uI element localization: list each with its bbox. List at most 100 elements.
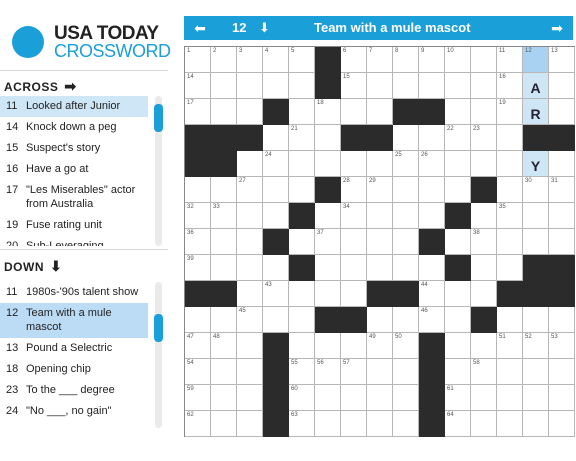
grid-cell[interactable]: 12 [523,47,549,73]
grid-cell[interactable] [211,411,237,437]
grid-cell[interactable] [471,385,497,411]
grid-cell[interactable]: 6 [341,47,367,73]
grid-cell[interactable] [367,99,393,125]
grid-cell[interactable] [367,385,393,411]
grid-cell[interactable]: 3 [237,47,263,73]
grid-cell[interactable] [367,255,393,281]
grid-cell[interactable]: 18 [315,99,341,125]
grid-cell[interactable] [419,203,445,229]
grid-cell[interactable]: 37 [315,229,341,255]
grid-cell[interactable] [393,411,419,437]
previous-clue-button[interactable]: ⬅ [188,16,212,40]
grid-cell[interactable]: 29 [367,177,393,203]
grid-cell[interactable] [289,229,315,255]
grid-cell[interactable] [393,229,419,255]
grid-cell[interactable] [471,73,497,99]
grid-cell[interactable] [471,203,497,229]
grid-cell[interactable] [237,359,263,385]
grid-cell[interactable] [211,255,237,281]
across-clue-list[interactable]: 11 Looked after Junior 14 Knock down a peg 1… [0,96,148,246]
grid-cell[interactable] [471,281,497,307]
grid-cell[interactable] [211,99,237,125]
grid-cell[interactable]: 56 [315,359,341,385]
grid-cell[interactable] [263,125,289,151]
down-clue-18[interactable]: 18 Opening chip [0,359,148,380]
across-clue-19[interactable]: 19 Fuse rating unit [0,215,148,236]
grid-cell[interactable] [263,203,289,229]
grid-cell[interactable] [523,385,549,411]
next-clue-button[interactable]: ➡ [545,16,569,40]
grid-cell[interactable] [289,281,315,307]
grid-cell[interactable] [471,333,497,359]
grid-cell[interactable] [523,359,549,385]
grid-cell[interactable] [237,411,263,437]
grid-cell[interactable]: 24 [263,151,289,177]
grid-cell[interactable] [549,385,575,411]
grid-cell[interactable] [315,281,341,307]
grid-cell[interactable]: 46 [419,307,445,333]
grid-cell[interactable] [211,359,237,385]
grid-cell[interactable] [497,411,523,437]
grid-cell[interactable] [393,125,419,151]
grid-cell[interactable]: 54 [185,359,211,385]
grid-cell[interactable] [419,177,445,203]
grid-cell[interactable]: 57 [341,359,367,385]
grid-cell[interactable] [367,203,393,229]
grid-cell[interactable] [341,229,367,255]
grid-cell[interactable] [263,73,289,99]
grid-cell[interactable] [263,177,289,203]
grid-cell[interactable] [523,203,549,229]
grid-cell[interactable] [211,229,237,255]
grid-cell[interactable]: 61 [445,385,471,411]
down-scroll-thumb[interactable] [154,314,163,342]
grid-cell[interactable] [367,151,393,177]
crossword-grid[interactable]: 1 2 3 4 5 6 7 8 9 10 11 12 13 14 15 16 A 17 18 19 R 21 22 23 24 2… [184,46,575,437]
grid-cell[interactable] [237,99,263,125]
across-clue-14[interactable]: 14 Knock down a peg [0,117,148,138]
grid-cell[interactable]: 62 [185,411,211,437]
grid-cell[interactable] [289,151,315,177]
down-clue-11[interactable]: 11 1980s-'90s talent show [0,282,148,303]
grid-cell[interactable]: 58 [471,359,497,385]
across-clue-11[interactable]: 11 Looked after Junior [0,96,148,117]
grid-cell[interactable] [549,73,575,99]
grid-cell[interactable]: A [523,73,549,99]
grid-cell[interactable] [367,73,393,99]
grid-cell[interactable]: 17 [185,99,211,125]
grid-cell[interactable] [315,385,341,411]
grid-cell[interactable] [341,255,367,281]
grid-cell[interactable] [471,47,497,73]
grid-cell[interactable] [497,255,523,281]
grid-cell[interactable] [263,307,289,333]
grid-cell[interactable] [497,151,523,177]
grid-cell[interactable]: 28 [341,177,367,203]
grid-cell[interactable] [237,255,263,281]
grid-cell[interactable] [341,385,367,411]
grid-cell[interactable]: 47 [185,333,211,359]
grid-cell[interactable] [185,177,211,203]
across-clue-15[interactable]: 15 Suspect's story [0,138,148,159]
grid-cell[interactable]: 2 [211,47,237,73]
grid-cell[interactable] [237,203,263,229]
grid-cell[interactable] [237,333,263,359]
grid-cell[interactable]: 7 [367,47,393,73]
grid-cell[interactable] [289,99,315,125]
across-scroll-thumb[interactable] [154,104,163,132]
grid-cell[interactable] [341,333,367,359]
grid-cell[interactable]: 8 [393,47,419,73]
grid-cell[interactable] [419,73,445,99]
grid-cell[interactable] [237,73,263,99]
grid-cell[interactable] [289,307,315,333]
grid-cell[interactable] [341,151,367,177]
grid-cell[interactable]: 51 [497,333,523,359]
grid-cell[interactable] [393,255,419,281]
grid-cell[interactable] [289,177,315,203]
down-arrow-icon[interactable]: ⬇ [259,16,270,40]
grid-cell[interactable] [549,203,575,229]
grid-cell[interactable] [393,177,419,203]
grid-cell[interactable] [237,385,263,411]
grid-cell[interactable] [445,151,471,177]
grid-cell[interactable] [185,307,211,333]
grid-cell[interactable] [471,255,497,281]
grid-cell[interactable] [211,385,237,411]
